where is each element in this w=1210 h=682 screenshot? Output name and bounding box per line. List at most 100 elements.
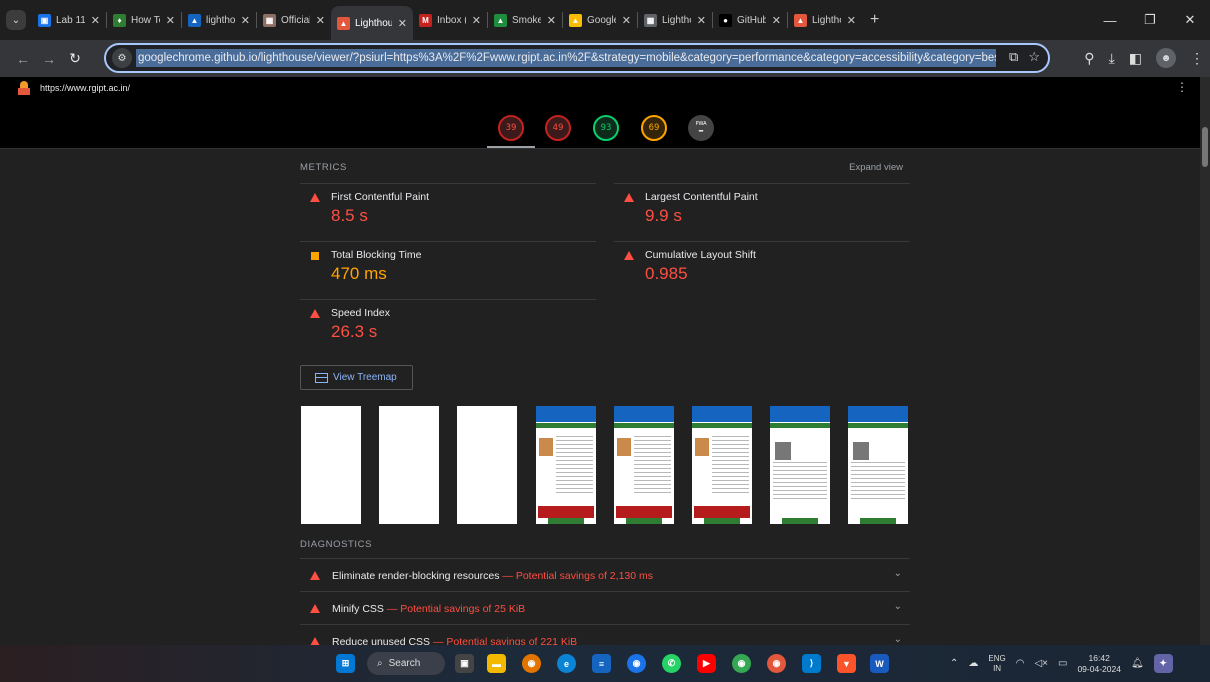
tab-title: Lab 11 [56, 14, 85, 26]
forward-icon[interactable]: → [36, 51, 62, 67]
metric-item: Total Blocking Time 470 ms [300, 241, 596, 299]
fail-triangle-icon [310, 604, 320, 613]
metric-name: Cumulative Layout Shift [645, 249, 756, 261]
browser-tab[interactable]: ▲ Google ✕ [563, 5, 637, 35]
wifi-icon[interactable]: ◠ [1016, 658, 1025, 669]
start-icon[interactable]: ⊞ [336, 654, 355, 673]
clock-time: 16:42 [1088, 652, 1110, 663]
tab-title: How To [131, 14, 160, 26]
minimize-icon[interactable]: — [1090, 13, 1130, 28]
profile-avatar[interactable]: ☻ [1156, 48, 1176, 68]
window-controls: — ❐ ✕ [1090, 0, 1210, 40]
tab-close-icon[interactable]: ✕ [316, 14, 325, 27]
region-code: IN [993, 663, 1002, 673]
battery-icon[interactable]: ▭ [1058, 658, 1067, 669]
tab-close-icon[interactable]: ✕ [472, 14, 481, 27]
view-treemap-label: View Treemap [333, 372, 397, 383]
browser-tab[interactable]: M Inbox (6 ✕ [413, 5, 487, 35]
scrollbar-thumb[interactable] [1202, 127, 1208, 167]
site-info-icon[interactable]: ⚙ [112, 48, 132, 68]
diagnostic-savings: — Potential savings of 221 KiB [433, 636, 578, 645]
filmstrip-frame [614, 406, 674, 524]
notification-bell-icon[interactable]: 🔔︎ [1131, 658, 1144, 669]
address-bar[interactable]: ⚙ googlechrome.github.io/lighthouse/view… [104, 43, 1050, 73]
report-menu-icon[interactable]: ⋮ [1176, 80, 1188, 94]
score-gauge[interactable]: 93 [593, 115, 619, 141]
diagnostic-text: Minify CSS — Potential savings of 25 KiB [332, 603, 525, 615]
whatsapp-icon[interactable]: ✆ [662, 654, 681, 673]
restore-icon[interactable]: ❐ [1130, 12, 1170, 28]
report-url[interactable]: https://www.rgipt.ac.in/ [40, 83, 130, 93]
browser-tab[interactable]: ▦ Official ✕ [257, 5, 331, 35]
taskbar-search[interactable]: ⌕ Search [367, 652, 445, 675]
page-scrollbar[interactable] [1200, 77, 1210, 645]
notepad-icon[interactable]: ≡ [592, 654, 611, 673]
chrome-icon[interactable]: ◉ [627, 654, 646, 673]
tab-close-icon[interactable]: ✕ [547, 14, 556, 27]
language-indicator[interactable]: ENG IN [988, 654, 1005, 674]
browser-tab[interactable]: ▣ Lab 11 ✕ [32, 5, 106, 35]
score-gauge[interactable]: 39 [498, 115, 524, 141]
browser-tab[interactable]: ▲ Lighthou ✕ [788, 5, 862, 35]
expand-view-toggle[interactable]: Expand view [849, 162, 903, 173]
clock[interactable]: 16:42 09-04-2024 [1077, 653, 1120, 675]
copilot-icon[interactable]: ✦ [1153, 654, 1173, 673]
view-treemap-button[interactable]: View Treemap [300, 365, 413, 390]
score-gauge[interactable]: 49 [545, 115, 571, 141]
score-gauge[interactable]: PWA – [688, 115, 714, 141]
tab-favicon-icon: ▲ [337, 16, 350, 30]
new-tab-button[interactable]: + [870, 11, 879, 29]
tab-close-icon[interactable]: ✕ [166, 14, 175, 27]
diagnostic-item[interactable]: Reduce unused CSS — Potential savings of… [300, 624, 910, 645]
diagnostic-item[interactable]: Eliminate render-blocking resources — Po… [300, 558, 910, 591]
side-panel-icon[interactable]: ◧ [1129, 50, 1142, 67]
browser-tab[interactable]: ♦ How To ✕ [107, 5, 181, 35]
tab-close-icon[interactable]: ✕ [622, 14, 631, 27]
menu-kebab-icon[interactable]: ⋮ [1190, 50, 1204, 67]
show-hidden-icons-chevron[interactable]: ⌃ [950, 658, 958, 669]
brave-icon[interactable]: ▼ [837, 654, 856, 673]
filmstrip-frame [692, 406, 752, 524]
chrome-active-icon[interactable]: ◉ [767, 654, 786, 673]
chevron-down-icon[interactable]: ⌄ [894, 568, 902, 579]
file-explorer-icon[interactable]: ▬ [487, 654, 506, 673]
bookmark-star-icon[interactable]: ☆ [1028, 49, 1040, 65]
tab-search-button[interactable]: ⌄ [6, 10, 26, 30]
chevron-down-icon[interactable]: ⌄ [894, 601, 902, 612]
vscode-icon[interactable]: ⟩ [802, 654, 821, 673]
browser-tab[interactable]: ● GitHub ✕ [713, 5, 787, 35]
browser-tab[interactable]: ▲ Lighthou ✕ [331, 6, 413, 40]
tab-title: Inbox (6 [437, 14, 466, 26]
browser-tab[interactable]: ▲ Smoke ✕ [488, 5, 562, 35]
chevron-down-icon[interactable]: ⌄ [894, 634, 902, 645]
metrics-title: METRICS [300, 162, 347, 173]
tab-close-icon[interactable]: ✕ [847, 14, 856, 27]
download-icon[interactable]: ⤓ [1109, 50, 1115, 67]
tab-close-icon[interactable]: ✕ [772, 14, 781, 27]
diagnostic-item[interactable]: Minify CSS — Potential savings of 25 KiB… [300, 591, 910, 624]
windows-taskbar: ⊞ ⌕ Search ▣ ▬ ◉ e ≡ ◉ ✆ ▶ ◉ ◉ ⟩ ▼ W ⌃ ☁… [0, 645, 1210, 682]
browser-tab[interactable]: ▲ lighthou ✕ [182, 5, 256, 35]
tab-close-icon[interactable]: ✕ [241, 14, 250, 27]
tab-close-icon[interactable]: ✕ [91, 14, 100, 27]
youtube-icon[interactable]: ▶ [697, 654, 716, 673]
url-text[interactable]: googlechrome.github.io/lighthouse/viewer… [136, 49, 996, 67]
task-view-icon[interactable]: ▣ [455, 654, 474, 673]
edge-icon[interactable]: e [557, 654, 576, 673]
close-window-icon[interactable]: ✕ [1170, 12, 1210, 28]
reload-icon[interactable]: ↻ [62, 50, 88, 67]
score-gauge[interactable]: 69 [641, 115, 667, 141]
weather-icon[interactable]: ☁ [968, 658, 978, 669]
install-app-icon[interactable]: ⧉ [1009, 49, 1018, 65]
extensions-icon[interactable]: ⚲ [1084, 50, 1094, 67]
word-icon[interactable]: W [870, 654, 889, 673]
tab-close-icon[interactable]: ✕ [697, 14, 706, 27]
browser-toolbar: ← → ↻ ⚙ googlechrome.github.io/lighthous… [0, 40, 1210, 77]
tab-favicon-icon: ● [719, 13, 732, 27]
chrome-profile-icon[interactable]: ◉ [732, 654, 751, 673]
volume-icon[interactable]: ◁× [1034, 658, 1048, 669]
browser-tab[interactable]: ▦ Lighthou ✕ [638, 5, 712, 35]
chrome-canary-icon[interactable]: ◉ [522, 654, 541, 673]
tab-close-icon[interactable]: ✕ [398, 17, 407, 30]
back-icon[interactable]: ← [10, 51, 36, 67]
